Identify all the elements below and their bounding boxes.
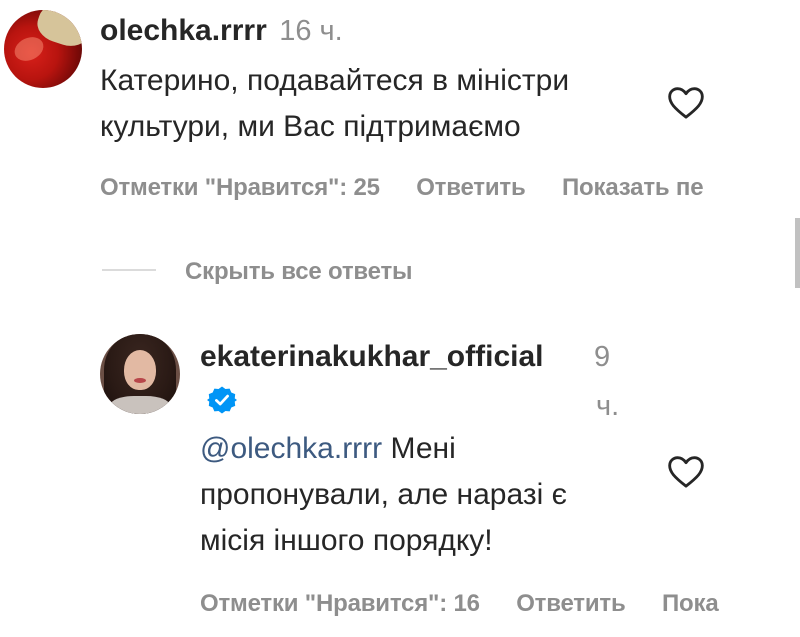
likes-count-button[interactable]: Отметки "Нравится": 16 xyxy=(200,590,480,617)
comment-actions: Отметки "Нравится": 25 Ответить Показать… xyxy=(100,174,704,202)
likes-count-button[interactable]: Отметки "Нравится": 25 xyxy=(100,174,380,201)
mention-link[interactable]: @olechka.rrrr xyxy=(200,432,382,465)
comment-username[interactable]: olechka.rrrr xyxy=(100,14,267,47)
verified-badge-icon xyxy=(207,385,237,415)
comment-text-line: культури, ми Вас підтримаємо xyxy=(100,110,521,143)
reply-text-line: пропонували, але наразі є xyxy=(200,478,567,511)
avatar[interactable] xyxy=(100,334,180,414)
scrollbar[interactable] xyxy=(795,218,800,288)
reply-text: @olechka.rrrr Мені пропонували, але нара… xyxy=(200,426,660,564)
reply-button[interactable]: Ответить xyxy=(516,590,626,617)
reply-text-line: місія іншого порядку! xyxy=(200,524,493,557)
hide-replies-button[interactable]: Скрыть все ответы xyxy=(185,258,413,286)
reply-button[interactable]: Ответить xyxy=(416,174,526,201)
translate-button[interactable]: Пока xyxy=(662,590,719,617)
reply-text-segment: Мені xyxy=(382,432,456,465)
comment-text: Катерино, подавайтеся в міністри культур… xyxy=(100,58,660,150)
reply-username[interactable]: ekaterinakukhar_official xyxy=(200,340,544,373)
reply-timestamp-line: 9 xyxy=(594,341,611,373)
reply-actions: Отметки "Нравится": 16 Ответить Пока xyxy=(200,590,719,618)
heart-icon[interactable] xyxy=(666,83,706,123)
replies-divider xyxy=(102,269,156,271)
reply-text-line: @olechka.rrrr Мені xyxy=(200,426,660,472)
comment-timestamp[interactable]: 16 ч. xyxy=(279,15,342,47)
comment-header: olechka.rrrr 16 ч. xyxy=(100,14,343,48)
translate-button[interactable]: Показать пе xyxy=(562,174,704,201)
heart-icon[interactable] xyxy=(666,452,706,492)
comment-text-line: Катерино, подавайтеся в міністри xyxy=(100,64,570,97)
reply-header: ekaterinakukhar_official xyxy=(200,340,544,374)
reply-timestamp-unit: ч. xyxy=(596,390,620,422)
avatar[interactable] xyxy=(4,10,82,88)
reply-timestamp[interactable]: 9 xyxy=(594,341,610,374)
